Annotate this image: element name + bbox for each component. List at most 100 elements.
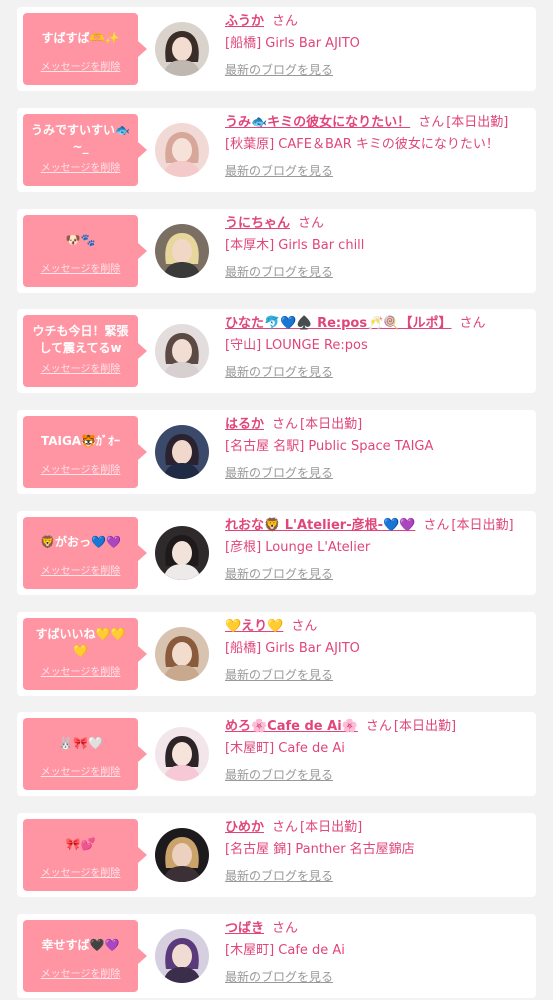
avatar-photo-icon <box>155 727 209 781</box>
girl-info: ふうか さん [船橋] Girls Bar AJITO 最新のブログを見る <box>225 12 530 78</box>
girl-name-link[interactable]: ひなた🐬💙♠️ Re:pos🥂🍭【ルポ】 <box>225 316 451 331</box>
delete-message-link[interactable]: メッセージを削除 <box>23 61 138 75</box>
avatar[interactable] <box>155 224 209 278</box>
avatar[interactable] <box>155 123 209 177</box>
work-status: [本日出勤] <box>300 417 363 432</box>
delete-message-link[interactable]: メッセージを削除 <box>23 363 138 377</box>
name-line: ひめか さん [本日出勤] <box>225 818 530 837</box>
girl-info: ひなた🐬💙♠️ Re:pos🥂🍭【ルポ】 さん [守山] LOUNGE Re:po… <box>225 314 530 380</box>
avatar[interactable] <box>155 526 209 580</box>
girl-name-link[interactable]: ひめか <box>225 820 264 835</box>
delete-message-link[interactable]: メッセージを削除 <box>23 666 138 680</box>
honorific: さん <box>272 921 299 936</box>
honorific: さん <box>272 820 299 835</box>
message-text: 🎀💕 <box>65 836 96 851</box>
delete-message-link[interactable]: メッセージを削除 <box>23 867 138 881</box>
shop-name: [本厚木] Girls Bar chill <box>225 238 365 253</box>
honorific: さん <box>291 619 318 634</box>
girl-info: れおな🦁 L'Atelier-彦根-💙💜 さん [本日出勤] [彦根] Lounge… <box>225 516 530 582</box>
name-line: はるか さん [本日出勤] <box>225 415 530 434</box>
honorific: さん <box>423 518 450 533</box>
delete-message-link[interactable]: メッセージを削除 <box>23 565 138 579</box>
message-bubble: ウチも今日！緊張して震えてるw メッセージを削除 <box>23 315 147 387</box>
work-status: [本日出勤] <box>451 518 514 533</box>
message-text: 🐶🐾 <box>65 232 96 247</box>
girl-info: ひめか さん [本日出勤] [名古屋 錦] Panther 名古屋錦店 最新のブログ… <box>225 818 530 884</box>
message-text: ウチも今日！緊張して震えてるw <box>32 324 129 355</box>
latest-blog-link[interactable]: 最新のブログを見る <box>225 62 333 78</box>
message-bubble: TAIGA🐯ｶﾞｵｰ メッセージを削除 <box>23 416 147 488</box>
latest-blog-link[interactable]: 最新のブログを見る <box>225 969 333 985</box>
girl-name-link[interactable]: めろ🌸Cafe de Ai🌸 <box>225 719 358 734</box>
honorific: さん <box>298 216 325 231</box>
avatar[interactable] <box>155 727 209 781</box>
message-text: うみですいすい🐟~_ <box>31 123 130 154</box>
avatar-photo-icon <box>155 627 209 681</box>
avatar-photo-icon <box>155 929 209 983</box>
message-text: 🦁がおっ💙💜 <box>40 534 121 549</box>
delete-message-link[interactable]: メッセージを削除 <box>23 263 138 277</box>
latest-blog-link[interactable]: 最新のブログを見る <box>225 364 333 380</box>
girl-info: 💛えり💛 さん [船橋] Girls Bar AJITO 最新のブログを見る <box>225 617 530 683</box>
name-line: うにちゃん さん <box>225 214 530 233</box>
latest-blog-link[interactable]: 最新のブログを見る <box>225 767 333 783</box>
shop-name: [彦根] Lounge L'Atelier <box>225 540 371 555</box>
message-bubble: すばいいね💛💛💛 メッセージを削除 <box>23 618 147 690</box>
avatar[interactable] <box>155 22 209 76</box>
latest-blog-link[interactable]: 最新のブログを見る <box>225 465 333 481</box>
avatar-photo-icon <box>155 828 209 882</box>
delete-message-link[interactable]: メッセージを削除 <box>23 766 138 780</box>
message-text: 幸せすば🖤💜 <box>41 937 120 952</box>
greeting-card: 🐶🐾 メッセージを削除 うにちゃん さん [本厚木] Girls Bar chil… <box>17 209 536 293</box>
avatar[interactable] <box>155 627 209 681</box>
avatar-photo-icon <box>155 324 209 378</box>
delete-message-link[interactable]: メッセージを削除 <box>23 162 138 176</box>
girl-name-link[interactable]: 💛えり💛 <box>225 619 283 634</box>
message-text: すばいいね💛💛💛 <box>35 627 126 658</box>
latest-blog-link[interactable]: 最新のブログを見る <box>225 163 333 179</box>
delete-message-link[interactable]: メッセージを削除 <box>23 464 138 478</box>
latest-blog-link[interactable]: 最新のブログを見る <box>225 667 333 683</box>
avatar-photo-icon <box>155 526 209 580</box>
name-line: ひなた🐬💙♠️ Re:pos🥂🍭【ルポ】 さん <box>225 314 530 333</box>
message-bubble: 🎀💕 メッセージを削除 <box>23 819 147 891</box>
girl-info: つばき さん [木屋町] Cafe de Ai 最新のブログを見る <box>225 919 530 985</box>
girl-name-link[interactable]: れおな🦁 L'Atelier-彦根-💙💜 <box>225 518 415 533</box>
greeting-card: うみですいすい🐟~_ メッセージを削除 うみ🐟キミの彼女になりたい！ さん [本日出… <box>17 108 536 192</box>
latest-blog-link[interactable]: 最新のブログを見る <box>225 868 333 884</box>
greeting-card: すばいいね💛💛💛 メッセージを削除 💛えり💛 さん [船橋] Girls Bar … <box>17 612 536 696</box>
honorific: さん <box>418 115 445 130</box>
girl-name-link[interactable]: うにちゃん <box>225 216 290 231</box>
name-line: ふうか さん <box>225 12 530 31</box>
honorific: さん <box>272 417 299 432</box>
name-line: つばき さん <box>225 919 530 938</box>
delete-message-link[interactable]: メッセージを削除 <box>23 968 138 982</box>
girl-name-link[interactable]: つばき <box>225 921 264 936</box>
shop-name: [名古屋 名駅] Public Space TAIGA <box>225 439 434 454</box>
latest-blog-link[interactable]: 最新のブログを見る <box>225 264 333 280</box>
avatar-photo-icon <box>155 425 209 479</box>
girl-info: うにちゃん さん [本厚木] Girls Bar chill 最新のブログを見る <box>225 214 530 280</box>
avatar-photo-icon <box>155 123 209 177</box>
avatar[interactable] <box>155 828 209 882</box>
girl-name-link[interactable]: うみ🐟キミの彼女になりたい！ <box>225 115 410 130</box>
message-bubble: 🐶🐾 メッセージを削除 <box>23 215 147 287</box>
greeting-card: ウチも今日！緊張して震えてるw メッセージを削除 ひなた🐬💙♠️ Re:pos🥂… <box>17 309 536 393</box>
greeting-card: TAIGA🐯ｶﾞｵｰ メッセージを削除 はるか さん [本日出勤] [名古屋 名駅]… <box>17 410 536 494</box>
message-text: TAIGA🐯ｶﾞｵｰ <box>40 433 121 448</box>
message-text: すばすば🫶✨ <box>41 30 120 45</box>
girl-name-link[interactable]: ふうか <box>225 14 264 29</box>
avatar[interactable] <box>155 929 209 983</box>
work-status: [本日出勤] <box>300 820 363 835</box>
girl-name-link[interactable]: はるか <box>225 417 264 432</box>
shop-name: [秋葉原] CAFE＆BAR キミの彼女になりたい！ <box>225 137 499 152</box>
shop-name: [名古屋 錦] Panther 名古屋錦店 <box>225 842 415 857</box>
avatar[interactable] <box>155 324 209 378</box>
avatar[interactable] <box>155 425 209 479</box>
message-bubble: すばすば🫶✨ メッセージを削除 <box>23 13 147 85</box>
greeting-card: 🐰🎀🤍 メッセージを削除 めろ🌸Cafe de Ai🌸 さん [本日出勤] [木屋町… <box>17 712 536 796</box>
message-bubble: 🐰🎀🤍 メッセージを削除 <box>23 718 147 790</box>
message-bubble: 幸せすば🖤💜 メッセージを削除 <box>23 920 147 992</box>
latest-blog-link[interactable]: 最新のブログを見る <box>225 566 333 582</box>
name-line: うみ🐟キミの彼女になりたい！ さん [本日出勤] <box>225 113 530 132</box>
